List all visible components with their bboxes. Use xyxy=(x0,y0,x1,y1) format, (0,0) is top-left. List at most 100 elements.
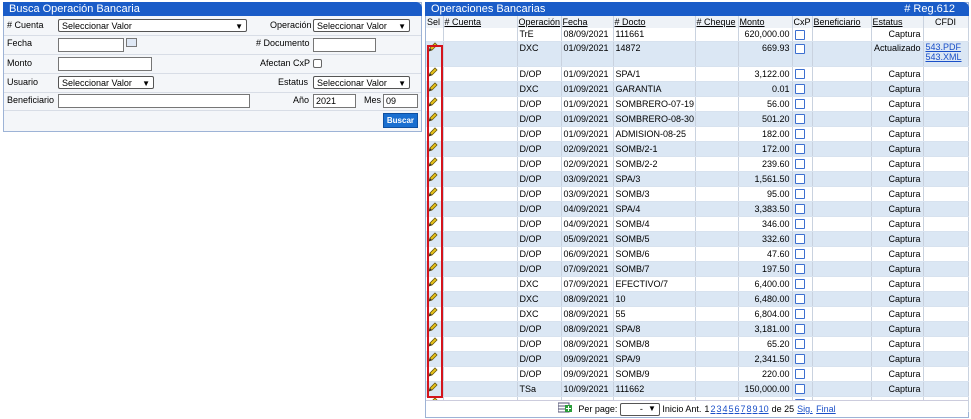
cxp-checkbox[interactable] xyxy=(794,99,805,110)
cfdi-file-link[interactable]: 543.PDF xyxy=(926,42,966,52)
mes-input[interactable]: 09 xyxy=(383,94,418,108)
cxp-checkbox[interactable] xyxy=(794,324,805,335)
cxp-checkbox[interactable] xyxy=(794,129,805,140)
edit-pencil-icon[interactable] xyxy=(428,67,438,81)
column-header[interactable]: Beneficiario xyxy=(812,16,872,28)
page-link[interactable]: 8 xyxy=(747,404,752,414)
cxp-checkbox[interactable] xyxy=(794,294,805,305)
monto-cell: 56.00 xyxy=(738,96,793,112)
cxp-checkbox[interactable] xyxy=(794,369,805,380)
edit-pencil-icon[interactable] xyxy=(428,112,438,126)
edit-pencil-icon[interactable] xyxy=(428,382,438,396)
fecha-cell: 03/09/2021 xyxy=(561,186,614,202)
usuario-select[interactable]: Seleccionar Valor ▼ xyxy=(58,76,154,89)
column-header[interactable]: # Cheque xyxy=(695,16,739,28)
afectan-checkbox[interactable] xyxy=(313,59,322,68)
cxp-checkbox[interactable] xyxy=(794,384,805,395)
edit-pencil-icon[interactable] xyxy=(428,247,438,261)
monto-input[interactable] xyxy=(58,57,152,71)
page-link[interactable]: 10 xyxy=(759,404,769,414)
edit-pencil-icon[interactable] xyxy=(428,42,438,56)
edit-pencil-icon[interactable] xyxy=(428,292,438,306)
edit-pencil-icon[interactable] xyxy=(428,187,438,201)
edit-pencil-icon[interactable] xyxy=(428,322,438,336)
cxp-checkbox[interactable] xyxy=(794,339,805,350)
pager-next-link[interactable]: Sig. xyxy=(797,404,813,414)
page-link[interactable]: 4 xyxy=(722,404,727,414)
add-row-icon[interactable] xyxy=(557,402,572,418)
edit-pencil-icon[interactable] xyxy=(428,82,438,96)
cxp-checkbox[interactable] xyxy=(794,279,805,290)
operacion-cell: D/OP xyxy=(517,66,562,82)
cxp-checkbox[interactable] xyxy=(794,354,805,365)
cxp-checkbox[interactable] xyxy=(794,29,805,40)
cxp-checkbox[interactable] xyxy=(794,43,805,54)
cxp-checkbox[interactable] xyxy=(794,249,805,260)
cxp-checkbox[interactable] xyxy=(794,114,805,125)
estatus-select[interactable]: Seleccionar Valor ▼ xyxy=(313,76,410,89)
edit-pencil-icon[interactable] xyxy=(428,352,438,366)
column-header[interactable]: # Cuenta xyxy=(443,16,518,28)
page-link[interactable]: 7 xyxy=(741,404,746,414)
page-link[interactable]: 6 xyxy=(735,404,740,414)
cxp-checkbox[interactable] xyxy=(794,264,805,275)
edit-pencil-icon[interactable] xyxy=(428,157,438,171)
page-link[interactable]: 5 xyxy=(728,404,733,414)
cxp-checkbox[interactable] xyxy=(794,309,805,320)
cheque-cell xyxy=(695,276,739,292)
cxp-checkbox[interactable] xyxy=(794,174,805,185)
anio-input[interactable]: 2021 xyxy=(313,94,356,108)
edit-pencil-icon[interactable] xyxy=(428,337,438,351)
buscar-button[interactable]: Buscar xyxy=(382,113,418,128)
cxp-checkbox[interactable] xyxy=(794,219,805,230)
edit-pencil-icon[interactable] xyxy=(428,277,438,291)
fecha-input[interactable] xyxy=(58,38,124,52)
anio-label: Año xyxy=(293,95,310,105)
column-header[interactable]: Fecha xyxy=(561,16,614,28)
beneficiario-input[interactable] xyxy=(58,94,250,108)
page-link[interactable]: 9 xyxy=(753,404,758,414)
per-page-select[interactable]: - ▼ xyxy=(619,403,660,417)
cuenta-select[interactable]: Seleccionar Valor ▼ xyxy=(58,19,247,32)
column-header[interactable]: Operación xyxy=(517,16,562,28)
cxp-checkbox[interactable] xyxy=(794,84,805,95)
cxp-cell xyxy=(792,351,813,367)
cxp-checkbox[interactable] xyxy=(794,159,805,170)
docto-cell: ADMISION-08-25 xyxy=(613,126,696,142)
cxp-checkbox[interactable] xyxy=(794,189,805,200)
calendar-icon[interactable] xyxy=(126,38,137,47)
estatus-cell: Captura xyxy=(871,231,924,247)
edit-pencil-icon[interactable] xyxy=(428,172,438,186)
edit-pencil-icon[interactable] xyxy=(428,97,438,111)
column-header[interactable]: Monto xyxy=(738,16,793,28)
documento-input[interactable] xyxy=(313,38,376,52)
cfdi-file-link[interactable]: 543.XML xyxy=(926,52,966,62)
cxp-checkbox[interactable] xyxy=(794,69,805,80)
cxp-cell xyxy=(792,171,813,187)
edit-pencil-icon[interactable] xyxy=(428,262,438,276)
sel-cell xyxy=(426,246,444,262)
docto-cell: 14872 xyxy=(613,41,696,67)
page-link[interactable]: 2 xyxy=(710,404,715,414)
operacion-select[interactable]: Seleccionar Valor ▼ xyxy=(313,19,410,32)
cxp-cell xyxy=(792,246,813,262)
cxp-cell xyxy=(792,111,813,127)
fecha-cell: 01/09/2021 xyxy=(561,111,614,127)
pager-final-link[interactable]: Final xyxy=(816,404,836,414)
cxp-checkbox[interactable] xyxy=(794,234,805,245)
edit-pencil-icon[interactable] xyxy=(428,307,438,321)
column-header[interactable]: # Docto xyxy=(613,16,696,28)
cfdi-cell xyxy=(923,126,969,142)
edit-pencil-icon[interactable] xyxy=(428,367,438,381)
column-header[interactable]: Estatus xyxy=(871,16,924,28)
page-link[interactable]: 3 xyxy=(716,404,721,414)
cxp-checkbox[interactable] xyxy=(794,204,805,215)
sel-cell xyxy=(426,216,444,232)
edit-pencil-icon[interactable] xyxy=(428,202,438,216)
edit-pencil-icon[interactable] xyxy=(428,127,438,141)
edit-pencil-icon[interactable] xyxy=(428,142,438,156)
edit-pencil-icon[interactable] xyxy=(428,217,438,231)
cxp-checkbox[interactable] xyxy=(794,144,805,155)
edit-pencil-icon[interactable] xyxy=(428,232,438,246)
monto-label: Monto xyxy=(7,58,33,68)
